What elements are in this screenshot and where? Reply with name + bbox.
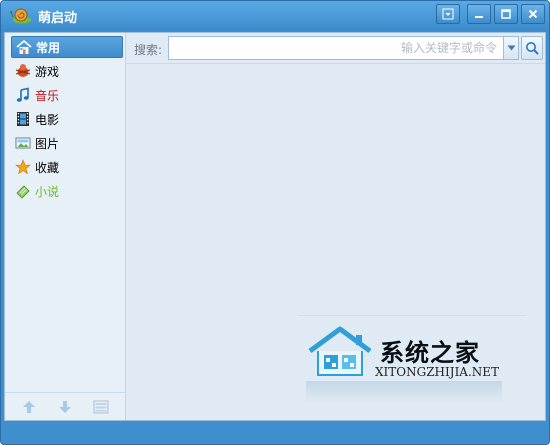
search-bar: 搜索: [126, 33, 545, 64]
sidebar-item-label: 收藏 [35, 160, 60, 175]
watermark-logo-icon [304, 323, 376, 385]
sidebar-item-label: 图片 [35, 136, 60, 151]
search-history-dropdown[interactable] [503, 37, 518, 59]
sidebar-item-movies[interactable]: 电影 [11, 108, 123, 130]
sidebar-item-pictures[interactable]: 图片 [11, 132, 123, 154]
picture-icon [15, 135, 31, 151]
sidebar-item-label: 常用 [36, 40, 61, 55]
list-view-icon [93, 400, 109, 414]
watermark-reflection [306, 381, 502, 403]
film-icon [15, 111, 31, 127]
sidebar-item-label: 小说 [35, 184, 60, 199]
main-panel: 搜索: 输入关键字或命令 系统之家 XITONGZHIJIA.NET [126, 33, 545, 420]
home-icon [16, 39, 32, 55]
sidebar-item-games[interactable]: 游戏 [11, 60, 123, 82]
move-down-icon [59, 401, 71, 413]
watermark-divider [298, 315, 526, 316]
dropdown-menu-icon [442, 8, 454, 20]
sidebar-item-favorites[interactable]: 收藏 [11, 156, 123, 178]
chevron-down-icon [507, 45, 515, 51]
book-icon [15, 183, 31, 199]
search-box [168, 36, 519, 60]
menu-button[interactable] [436, 4, 460, 24]
move-up-button[interactable] [21, 399, 37, 415]
title-bar[interactable]: 萌启动 [1, 1, 549, 31]
maximize-button[interactable] [494, 4, 518, 24]
close-icon [528, 9, 538, 19]
game-icon [15, 63, 31, 79]
search-icon [526, 42, 539, 55]
watermark-subtitle: XITONGZHIJIA.NET [375, 365, 500, 379]
move-up-icon [23, 401, 35, 413]
window-title: 萌启动 [38, 11, 78, 26]
sidebar-item-label: 游戏 [35, 64, 60, 79]
maximize-icon [501, 9, 511, 19]
move-down-button[interactable] [57, 399, 73, 415]
search-input[interactable] [169, 37, 501, 59]
app-snail-icon [10, 7, 32, 25]
sidebar-item-label: 音乐 [35, 88, 60, 103]
music-icon [15, 87, 31, 103]
minimize-icon [475, 16, 483, 18]
sidebar-item-common[interactable]: 常用 [11, 36, 123, 58]
search-label: 搜索: [134, 43, 163, 57]
app-window: 萌启动 常用 游戏 音乐 电影 图片 收藏 小说 搜索: 输入关键字或命令 系统… [0, 0, 550, 445]
sidebar-item-novels[interactable]: 小说 [11, 180, 123, 202]
list-view-button[interactable] [93, 399, 109, 415]
sidebar-item-label: 电影 [35, 112, 60, 127]
category-sidebar: 常用 游戏 音乐 电影 图片 收藏 小说 [5, 33, 126, 420]
star-icon [15, 159, 31, 175]
watermark-title: 系统之家 [380, 339, 480, 367]
sidebar-item-music[interactable]: 音乐 [11, 84, 123, 106]
content-area: 常用 游戏 音乐 电影 图片 收藏 小说 搜索: 输入关键字或命令 系统之家 X… [4, 32, 546, 421]
minimize-button[interactable] [467, 4, 491, 24]
sidebar-toolbar [5, 392, 125, 420]
close-button[interactable] [521, 4, 545, 24]
search-button[interactable] [521, 36, 543, 60]
